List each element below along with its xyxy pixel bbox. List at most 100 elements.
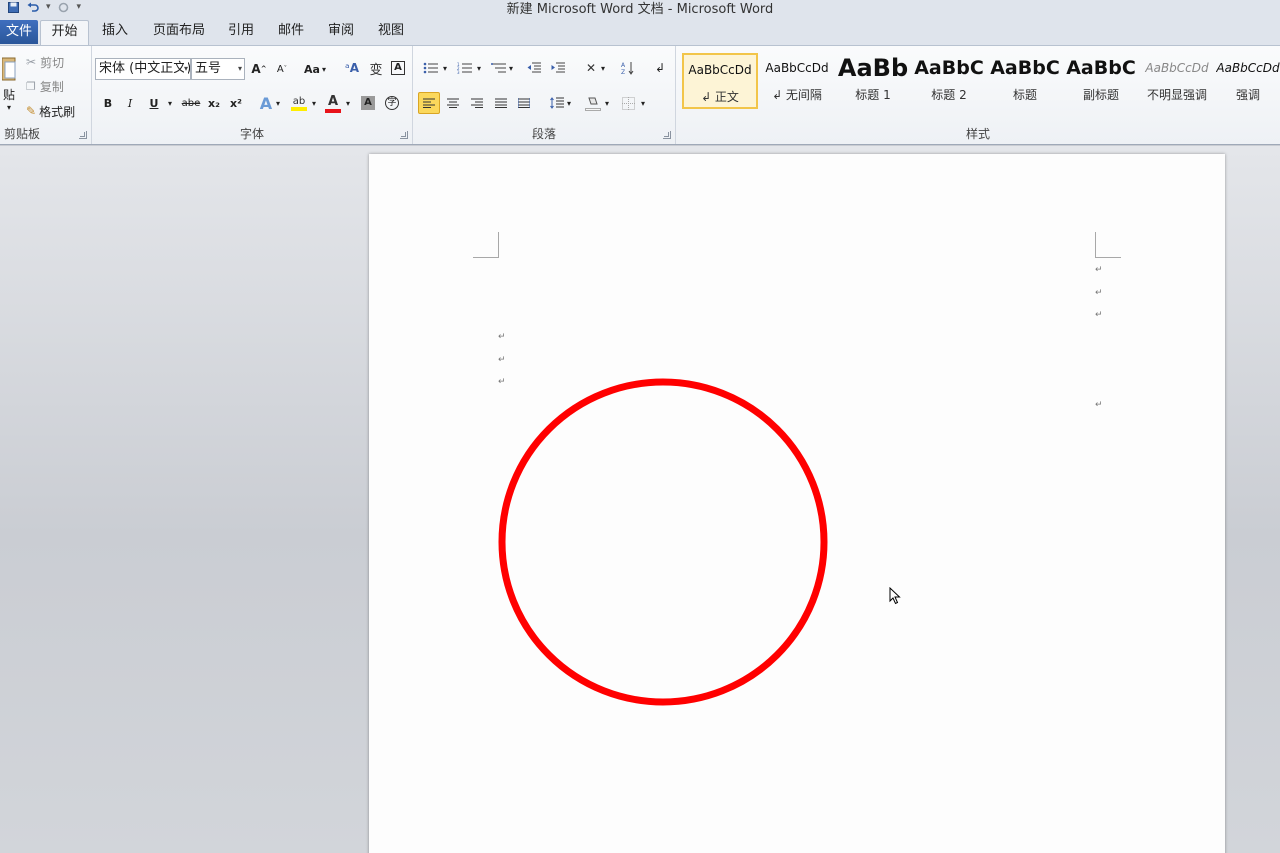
font-color-dropdown-icon[interactable]: ▾ — [344, 94, 352, 112]
align-right-button[interactable] — [467, 93, 487, 113]
paste-dropdown-icon[interactable]: ▾ — [7, 103, 11, 112]
paragraph-mark: ↵ — [498, 355, 506, 365]
font-size-value: 五号 — [195, 61, 222, 76]
line-spacing-dropdown-icon[interactable]: ▾ — [565, 93, 573, 113]
paragraph-mark: ↵ — [1095, 265, 1103, 275]
character-shading-icon[interactable]: A — [360, 94, 376, 112]
paragraph-mark: ↵ — [1095, 288, 1103, 298]
phonetic-guide-icon[interactable]: ᵃ𝗔 — [343, 59, 361, 77]
underline-dropdown-icon[interactable]: ▾ — [166, 94, 174, 112]
numbering-dropdown-icon[interactable]: ▾ — [475, 59, 483, 77]
tab-review[interactable]: 审阅 — [322, 20, 360, 45]
superscript-button[interactable]: x² — [228, 94, 244, 112]
paste-label: 贴 — [2, 88, 15, 102]
font-family-combo[interactable]: 宋体 (中文正文) ▾ — [95, 58, 191, 80]
svg-text:3: 3 — [457, 70, 460, 74]
bullets-dropdown-icon[interactable]: ▾ — [441, 59, 449, 77]
document-page[interactable]: ↵ ↵ ↵ ↵ ↵ ↵ ↵ — [369, 154, 1225, 853]
tab-view[interactable]: 视图 — [372, 20, 410, 45]
style-emphasis[interactable]: AaBbCcDd 强调 — [1216, 53, 1280, 109]
style-subtitle[interactable]: AaBbC 副标题 — [1064, 53, 1138, 109]
style-subtle-emphasis-label: 不明显强调 — [1146, 88, 1207, 102]
change-case-label: Aa — [304, 62, 320, 76]
bullets-icon[interactable] — [421, 59, 441, 77]
style-subtle-emphasis-preview: AaBbCcDd — [1145, 61, 1209, 75]
style-title-preview: AaBbC — [990, 57, 1060, 79]
style-title-label: 标题 — [1012, 88, 1037, 102]
shrink-font-icon[interactable]: Aˇ — [273, 60, 291, 78]
format-painter-icon: ✎ — [26, 104, 37, 118]
increase-indent-icon[interactable] — [549, 59, 567, 77]
highlight-icon[interactable]: ab — [290, 92, 308, 114]
cut-label: 剪切 — [40, 55, 65, 70]
tab-home[interactable]: 开始 — [40, 20, 89, 45]
chinese-layout-icon[interactable]: ✕ — [581, 59, 601, 77]
clipboard-launcher-icon[interactable] — [79, 131, 87, 139]
circle-shape[interactable] — [497, 377, 831, 709]
style-heading-2-label: 标题 2 — [931, 88, 967, 102]
font-launcher-icon[interactable] — [400, 131, 408, 139]
text-effects-icon[interactable]: A — [258, 93, 274, 113]
style-heading-1-label: 标题 1 — [855, 88, 891, 102]
style-no-spacing-preview: AaBbCcDd — [765, 61, 829, 75]
font-size-combo[interactable]: 五号 ▾ — [191, 58, 245, 80]
mouse-cursor-icon — [889, 587, 901, 605]
paragraph-mark: ↵ — [1095, 400, 1103, 410]
font-family-value: 宋体 (中文正文) — [99, 61, 191, 76]
character-border-icon[interactable]: A — [390, 59, 406, 77]
format-painter-button[interactable]: ✎ 格式刷 — [26, 102, 75, 120]
sort-icon[interactable]: AZ — [619, 59, 637, 77]
numbering-icon[interactable]: 123 — [455, 59, 475, 77]
paste-button[interactable]: 贴 ▾ — [0, 50, 18, 118]
text-effects-dropdown-icon[interactable]: ▾ — [274, 94, 282, 112]
style-heading-2[interactable]: AaBbC 标题 2 — [912, 53, 986, 109]
multilevel-dropdown-icon[interactable]: ▾ — [507, 59, 515, 77]
style-heading-1[interactable]: AaBb 标题 1 — [836, 53, 910, 109]
subscript-button[interactable]: x₂ — [206, 94, 222, 112]
multilevel-list-icon[interactable] — [489, 59, 509, 77]
justify-button[interactable] — [491, 93, 511, 113]
font-family-dropdown-icon[interactable]: ▾ — [183, 59, 188, 79]
style-no-spacing-label: ↲ 无间隔 — [772, 88, 822, 102]
style-subtle-emphasis[interactable]: AaBbCcDd 不明显强调 — [1140, 53, 1214, 109]
highlight-dropdown-icon[interactable]: ▾ — [310, 94, 318, 112]
tab-mailings[interactable]: 邮件 — [272, 20, 310, 45]
distributed-button[interactable] — [514, 93, 534, 113]
show-marks-icon[interactable]: ↲ — [651, 59, 669, 77]
borders-dropdown-icon[interactable]: ▾ — [639, 93, 647, 113]
format-painter-label: 格式刷 — [39, 104, 76, 119]
font-size-dropdown-icon[interactable]: ▾ — [238, 59, 242, 79]
paragraph-launcher-icon[interactable] — [663, 131, 671, 139]
circle-outline[interactable] — [498, 378, 828, 706]
align-center-button[interactable] — [443, 93, 463, 113]
shading-dropdown-icon[interactable]: ▾ — [603, 93, 611, 113]
copy-button[interactable]: ❐ 复制 — [26, 77, 64, 95]
tab-references[interactable]: 引用 — [222, 20, 260, 45]
underline-button[interactable]: U — [146, 94, 162, 112]
cut-button[interactable]: ✂ 剪切 — [26, 53, 64, 71]
align-left-button[interactable] — [418, 92, 440, 114]
clipboard-group-label: 剪贴板 — [4, 127, 41, 141]
paragraph-mark: ↵ — [1095, 310, 1103, 320]
shading-icon[interactable] — [583, 92, 603, 114]
line-spacing-icon[interactable] — [547, 93, 567, 113]
style-normal[interactable]: AaBbCcDd ↲ 正文 — [682, 53, 758, 109]
document-area[interactable]: ↵ ↵ ↵ ↵ ↵ ↵ ↵ — [0, 146, 1280, 853]
style-no-spacing[interactable]: AaBbCcDd ↲ 无间隔 — [760, 53, 834, 109]
decrease-indent-icon[interactable] — [525, 59, 543, 77]
chinese-layout-dropdown-icon[interactable]: ▾ — [599, 59, 607, 77]
italic-button[interactable]: I — [122, 94, 138, 112]
tab-page-layout[interactable]: 页面布局 — [147, 20, 211, 45]
style-title[interactable]: AaBbC 标题 — [988, 53, 1062, 109]
grow-font-icon[interactable]: A ^ — [250, 60, 268, 78]
enclose-chars-icon[interactable]: 变 — [367, 59, 385, 78]
enclosed-character-icon[interactable]: 字 — [384, 94, 400, 112]
change-case-button[interactable]: Aa ▾ — [302, 60, 328, 78]
bold-button[interactable]: B — [100, 94, 116, 112]
tab-insert[interactable]: 插入 — [96, 20, 134, 45]
tab-file[interactable]: 文件 — [0, 20, 38, 44]
borders-icon[interactable] — [619, 93, 637, 113]
strikethrough-button[interactable]: abe — [180, 94, 202, 112]
font-color-icon[interactable]: A — [324, 92, 342, 114]
top-right-corner-mark — [1095, 232, 1121, 258]
